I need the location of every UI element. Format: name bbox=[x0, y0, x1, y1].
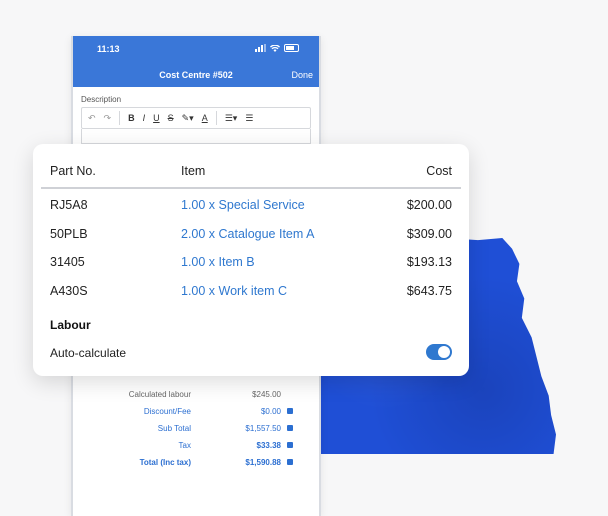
part-no-cell: 50PLB bbox=[50, 226, 88, 241]
summary-row: Sub Total $1,557.50 bbox=[73, 420, 319, 437]
calculated-labour-value: $245.00 bbox=[252, 390, 281, 399]
edit-icon[interactable] bbox=[287, 458, 297, 467]
underline-button[interactable]: U bbox=[153, 113, 160, 123]
item-link[interactable]: 2.00 x Catalogue Item A bbox=[181, 225, 314, 243]
description-label: Description bbox=[81, 95, 122, 104]
table-row: 50PLB 2.00 x Catalogue Item A $309.00 bbox=[50, 225, 452, 254]
summary-row: Tax $33.38 bbox=[73, 437, 319, 454]
tax-value: $33.38 bbox=[256, 441, 281, 450]
column-header-part-no: Part No. bbox=[50, 164, 96, 178]
page-title: Cost Centre #502 bbox=[159, 70, 233, 80]
auto-calculate-label: Auto-calculate bbox=[50, 346, 127, 360]
table-header: Part No. Item Cost bbox=[50, 164, 452, 180]
summary-row: Total (Inc tax) $1,590.88 bbox=[73, 454, 319, 471]
parts-table: RJ5A8 1.00 x Special Service $200.00 50P… bbox=[50, 196, 452, 310]
total-value: $1,590.88 bbox=[245, 458, 281, 467]
battery-icon bbox=[284, 44, 299, 52]
numbered-list-icon[interactable]: ☰ bbox=[245, 113, 253, 124]
column-header-cost: Cost bbox=[426, 164, 452, 178]
table-row: RJ5A8 1.00 x Special Service $200.00 bbox=[50, 196, 452, 225]
header-divider bbox=[41, 187, 461, 189]
toolbar-divider bbox=[119, 111, 121, 125]
text-color-button[interactable]: A bbox=[202, 113, 208, 123]
bullet-list-icon[interactable]: ☰▾ bbox=[225, 113, 238, 124]
subtotal-value: $1,557.50 bbox=[245, 424, 281, 433]
table-row: 31405 1.00 x Item B $193.13 bbox=[50, 253, 452, 282]
status-time: 11:13 bbox=[97, 44, 120, 54]
wifi-icon bbox=[270, 44, 280, 52]
italic-button[interactable]: I bbox=[143, 113, 146, 123]
item-link[interactable]: 1.00 x Special Service bbox=[181, 196, 305, 214]
table-row: A430S 1.00 x Work item C $643.75 bbox=[50, 282, 452, 311]
tax-label: Tax bbox=[178, 441, 191, 450]
edit-icon[interactable] bbox=[287, 441, 297, 450]
cost-cell: $200.00 bbox=[406, 198, 452, 212]
total-label: Total (Inc tax) bbox=[139, 458, 191, 467]
part-no-cell: A430S bbox=[50, 283, 88, 298]
status-icons bbox=[255, 44, 299, 52]
description-editor[interactable] bbox=[81, 129, 311, 144]
cost-cell: $643.75 bbox=[406, 283, 452, 298]
item-link[interactable]: 1.00 x Item B bbox=[181, 253, 255, 271]
bold-button[interactable]: B bbox=[128, 113, 135, 123]
cost-cell: $193.13 bbox=[406, 255, 452, 269]
part-no-cell: RJ5A8 bbox=[50, 198, 88, 212]
summary-row: Discount/Fee $0.00 bbox=[73, 403, 319, 420]
discount-label: Discount/Fee bbox=[143, 407, 191, 416]
toolbar-divider bbox=[215, 111, 217, 125]
column-header-item: Item bbox=[181, 164, 206, 178]
discount-value: $0.00 bbox=[260, 407, 281, 416]
edit-icon[interactable] bbox=[287, 424, 297, 433]
edit-icon[interactable] bbox=[287, 407, 297, 416]
highlight-icon[interactable]: ✎▾ bbox=[182, 113, 194, 124]
totals-summary: Calculated labour $245.00 Discount/Fee $… bbox=[73, 386, 319, 471]
subtotal-label: Sub Total bbox=[157, 424, 191, 433]
signal-icon bbox=[255, 44, 266, 52]
redo-icon[interactable]: ↷ bbox=[104, 113, 112, 124]
calculated-labour-label: Calculated labour bbox=[128, 390, 191, 399]
parts-card: Part No. Item Cost RJ5A8 1.00 x Special … bbox=[33, 144, 469, 376]
summary-row: Calculated labour $245.00 bbox=[73, 386, 319, 403]
part-no-cell: 31405 bbox=[50, 255, 85, 269]
toggle-knob bbox=[438, 346, 450, 358]
auto-calculate-toggle[interactable] bbox=[426, 344, 452, 360]
item-link[interactable]: 1.00 x Work item C bbox=[181, 282, 287, 300]
strikethrough-button[interactable]: S bbox=[168, 113, 174, 123]
app-header: 11:13 Cost Centre #502 Done bbox=[73, 36, 319, 87]
rich-text-toolbar: ↶ ↷ B I U S ✎▾ A ☰▾ ☰ bbox=[81, 107, 311, 129]
cost-cell: $309.00 bbox=[406, 226, 452, 241]
done-button[interactable]: Done bbox=[291, 70, 313, 80]
labour-heading: Labour bbox=[50, 318, 91, 332]
undo-icon[interactable]: ↶ bbox=[88, 113, 96, 124]
